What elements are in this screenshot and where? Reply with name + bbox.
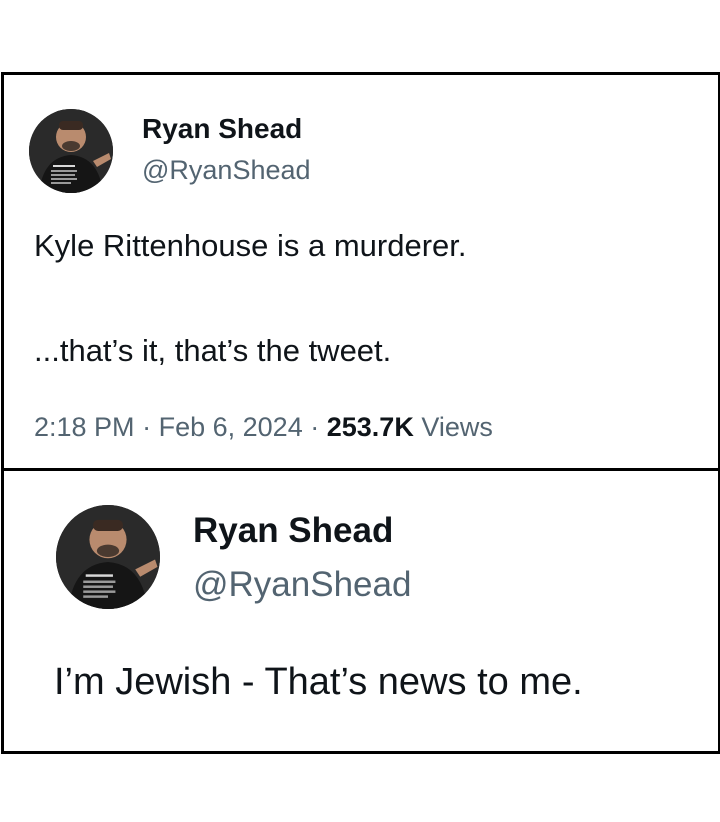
author-handle[interactable]: @RyanShead [142, 155, 311, 186]
avatar[interactable] [56, 505, 160, 609]
meta-separator: · [142, 412, 152, 442]
views-count: 253.7K [326, 412, 414, 442]
tweet-text-line-1: Kyle Rittenhouse is a murderer. [34, 228, 467, 263]
profile-photo-icon [56, 505, 160, 609]
tweet-card-main[interactable]: Ryan Shead @RyanShead Kyle Rittenhouse i… [4, 75, 718, 471]
tweet-date[interactable]: Feb 6, 2024 [159, 412, 303, 442]
tweet-time[interactable]: 2:18 PM [34, 412, 135, 442]
author-handle[interactable]: @RyanShead [193, 565, 411, 605]
author-name[interactable]: Ryan Shead [142, 113, 302, 145]
tweet-meta: 2:18 PM · Feb 6, 2024 · 253.7K Views [34, 412, 493, 443]
tweet-text: I’m Jewish - That’s news to me. [54, 661, 583, 703]
views-label: Views [421, 412, 493, 442]
meta-separator: · [310, 412, 320, 442]
tweet-card-reply[interactable]: Ryan Shead @RyanShead I’m Jewish - That’… [4, 471, 718, 751]
tweet-text-line-2: ...that’s it, that’s the tweet. [34, 333, 392, 368]
profile-photo-icon [29, 109, 113, 193]
avatar[interactable] [29, 109, 113, 193]
author-name[interactable]: Ryan Shead [193, 511, 393, 551]
screenshot-frame: Ryan Shead @RyanShead Kyle Rittenhouse i… [1, 72, 720, 754]
